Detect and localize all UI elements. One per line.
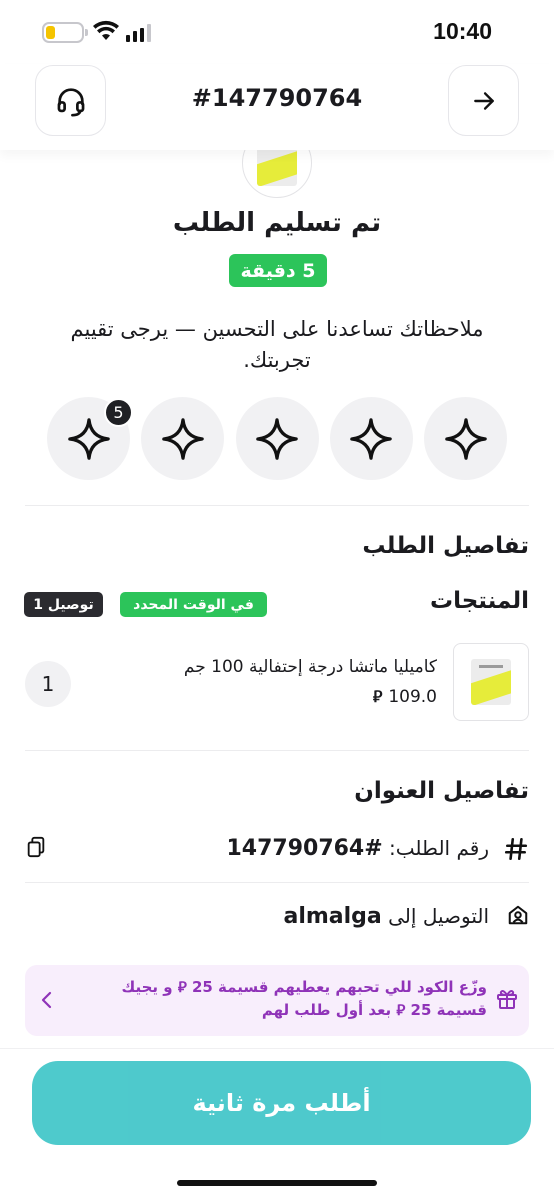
order-number-value: #147790764 [226, 836, 383, 861]
support-button[interactable] [35, 65, 106, 136]
delivery-count-badge: توصيل 1 [24, 592, 103, 617]
battery-level-fill [46, 26, 55, 39]
product-price: 109.0 ⃁ [373, 687, 437, 707]
referral-text: وزّع الكود للي تحبهم يعطيهم قسيمة 25 ⃁ و… [121, 978, 487, 1019]
divider [25, 882, 529, 883]
gift-icon [497, 990, 517, 1009]
user-location-icon [508, 905, 528, 925]
bottom-action-bar: أطلب مرة ثانية [0, 1048, 554, 1199]
order-number-row: رقم الطلب: #147790764 [25, 830, 529, 870]
delivery-address-row: التوصيل إلى almalga [25, 898, 529, 938]
cellular-signal-icon [126, 24, 151, 42]
delivery-label: التوصيل إلى [388, 904, 489, 928]
rating-count-badge: 5 [104, 398, 133, 427]
order-details-title: تفاصيل الطلب [362, 533, 529, 559]
home-indicator [177, 1180, 377, 1186]
divider [25, 750, 529, 751]
delivery-time-badge: 5 دقيقة [229, 254, 327, 287]
rating-star-1[interactable] [424, 397, 507, 480]
copy-icon[interactable] [25, 834, 47, 860]
product-image [453, 643, 529, 721]
status-time: 10:40 [433, 18, 492, 44]
product-name: كاميليا ماتشا درجة إحتفالية 100 جم [183, 657, 437, 677]
rating-star-4[interactable] [141, 397, 225, 480]
sparkle-star-icon [67, 417, 110, 460]
headset-icon [57, 87, 84, 117]
riyal-currency-icon: ⃁ [372, 687, 383, 706]
chevron-left-icon [41, 991, 52, 1009]
delivery-status-title: تم تسليم الطلب [172, 208, 382, 238]
reorder-button[interactable]: أطلب مرة ثانية [32, 1061, 531, 1145]
referral-banner[interactable]: وزّع الكود للي تحبهم يعطيهم قسيمة 25 ⃁ و… [25, 965, 529, 1036]
wifi-icon [93, 20, 119, 40]
rating-star-3[interactable] [235, 397, 319, 480]
page-header: #147790764 [0, 64, 554, 150]
hash-icon [504, 837, 528, 861]
order-number-label: رقم الطلب: [389, 836, 489, 860]
products-label: المنتجات [429, 588, 529, 614]
on-time-badge: في الوقت المحدد [120, 592, 267, 617]
list-item[interactable]: كاميليا ماتشا درجة إحتفالية 100 جم 109.0… [25, 643, 529, 721]
sparkle-star-icon [350, 417, 393, 460]
rating-stars: 5 [47, 397, 507, 480]
quantity-badge: 1 [25, 661, 71, 707]
feedback-prompt: ملاحظاتك تساعدنا على التحسين — يرجى تقيي… [70, 317, 484, 372]
sparkle-star-icon [161, 417, 204, 460]
rating-star-5[interactable]: 5 [47, 397, 133, 480]
delivery-address-value: almalga [283, 904, 382, 929]
sparkle-star-icon [444, 417, 487, 460]
address-details-title: تفاصيل العنوان [354, 778, 529, 804]
rating-star-2[interactable] [329, 397, 413, 480]
price-value: 109.0 [388, 687, 437, 707]
status-bar: 10:40 [0, 0, 554, 64]
divider [25, 505, 529, 506]
sparkle-star-icon [256, 417, 298, 460]
battery-icon [42, 22, 88, 43]
